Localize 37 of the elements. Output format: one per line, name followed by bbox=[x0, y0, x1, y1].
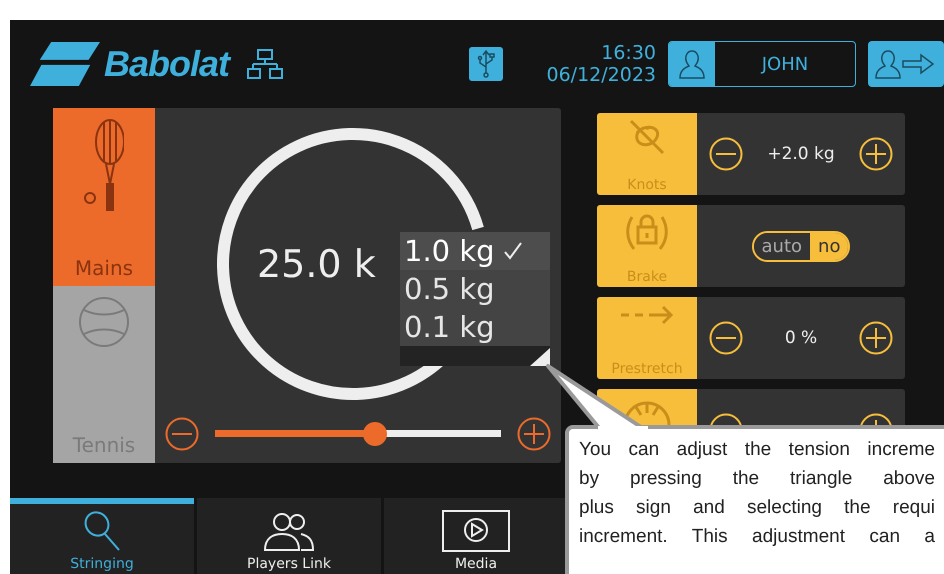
nav-tab[interactable]: Stringing bbox=[10, 498, 194, 574]
plus-icon[interactable] bbox=[517, 417, 551, 451]
slider-thumb[interactable] bbox=[363, 422, 388, 446]
user-name: JOHN bbox=[760, 52, 810, 76]
network-icon bbox=[247, 49, 284, 79]
play-screen-icon bbox=[442, 510, 510, 552]
menu-option[interactable]: 1.0 kg bbox=[400, 232, 550, 270]
minus-icon[interactable] bbox=[709, 137, 743, 171]
user-icon bbox=[679, 49, 705, 79]
tension-value: 25.0 k bbox=[257, 242, 376, 286]
setting-value: 0 % bbox=[784, 328, 818, 348]
clock-time: 16:30 bbox=[601, 42, 656, 64]
dashed-arrow-icon bbox=[619, 303, 675, 327]
plus-icon[interactable] bbox=[858, 137, 893, 171]
callout-text: You can adjust the tension increme by pressing the triangle above plus sign and selecting the requi increment. This adjustment can a bbox=[579, 438, 935, 549]
people-icon bbox=[263, 510, 315, 552]
plus-icon[interactable] bbox=[859, 321, 893, 355]
menu-option[interactable]: 0.5 kg bbox=[400, 270, 550, 308]
logo-stripes-icon bbox=[30, 42, 100, 86]
tennis-ball-icon bbox=[78, 296, 130, 348]
setting-value: +2.0 kg bbox=[767, 144, 835, 164]
check-icon bbox=[502, 241, 523, 261]
usb-icon bbox=[476, 50, 496, 78]
user-arrow-icon bbox=[875, 48, 937, 80]
logout-button[interactable] bbox=[868, 41, 944, 87]
knot-icon bbox=[627, 119, 667, 155]
usb-button[interactable] bbox=[469, 47, 504, 81]
minus-icon[interactable] bbox=[165, 417, 199, 451]
menu-option[interactable]: 0.1 kg bbox=[400, 308, 550, 346]
minus-icon[interactable] bbox=[709, 321, 743, 355]
clock-date: 06/12/2023 bbox=[546, 64, 656, 86]
triangle-handle-icon[interactable] bbox=[530, 348, 550, 366]
toggle-option[interactable]: no bbox=[810, 232, 848, 260]
user-field[interactable]: JOHN bbox=[668, 41, 856, 87]
nav-tab[interactable]: Players Link bbox=[197, 498, 381, 574]
brand-logo: Babolat bbox=[104, 43, 230, 85]
nav-tab[interactable]: Media bbox=[384, 498, 568, 574]
